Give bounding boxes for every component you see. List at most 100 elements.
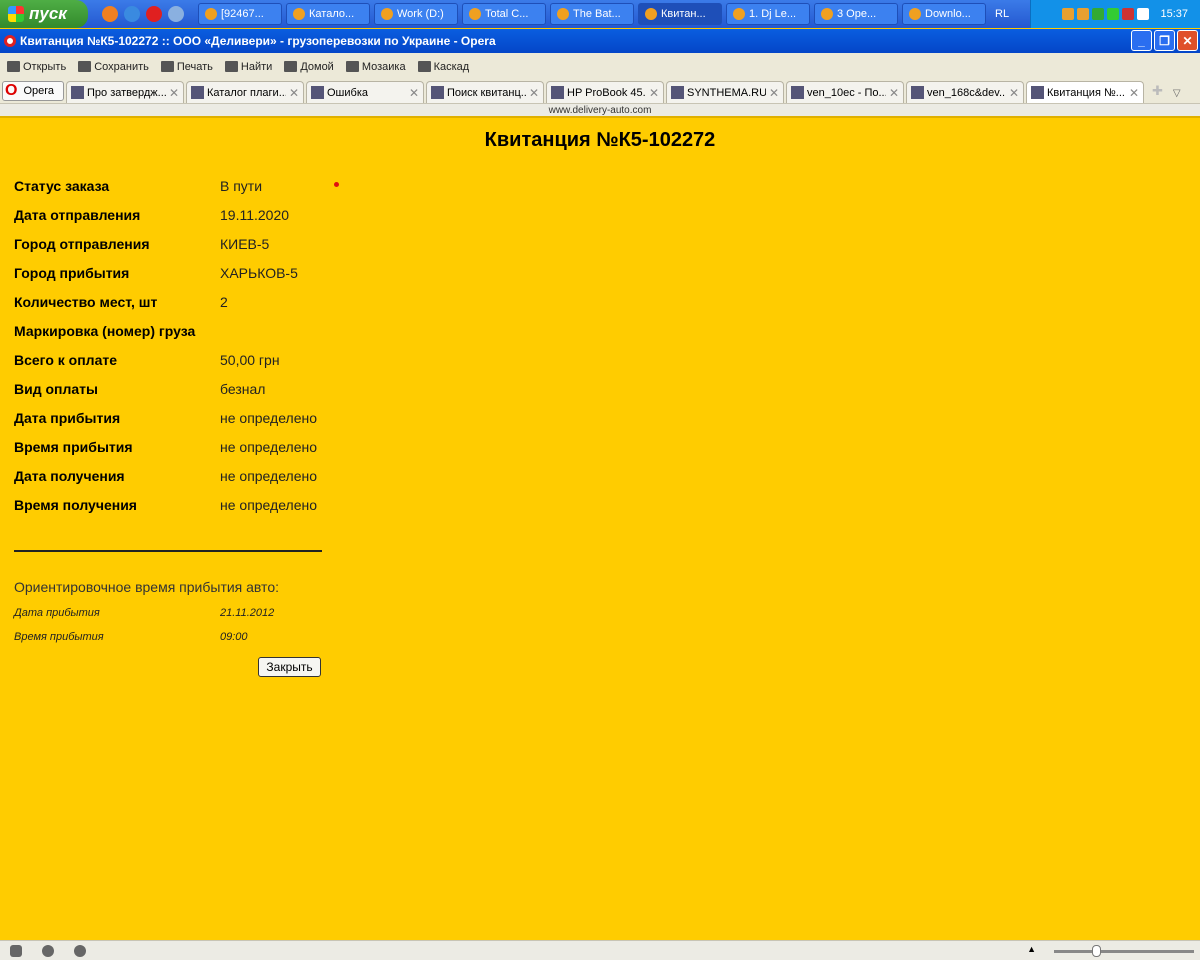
- toolbar-label: Печать: [176, 60, 213, 73]
- taskbar-button[interactable]: [92467...: [198, 3, 282, 25]
- browser-tab[interactable]: Про затвердж... ✕: [66, 81, 184, 103]
- app-icon: [469, 8, 481, 20]
- toolbar-tile-button[interactable]: Мозаика: [345, 60, 406, 73]
- estimate-value: 09:00: [220, 631, 248, 643]
- taskbar-button[interactable]: Total C...: [462, 3, 546, 25]
- system-tray: RL 15:37: [995, 0, 1200, 28]
- close-window-button[interactable]: ✕: [1177, 30, 1198, 51]
- app-icon: [909, 8, 921, 20]
- close-tab-icon[interactable]: ✕: [1129, 86, 1139, 100]
- app-icon[interactable]: [168, 6, 184, 22]
- speed-dial-icon[interactable]: [74, 945, 86, 957]
- field-label: Всего к оплате: [14, 352, 117, 368]
- field-value: не определено: [220, 410, 318, 426]
- favicon-icon: [71, 86, 84, 99]
- favicon-icon: [191, 86, 204, 99]
- tray-icon[interactable]: [1077, 8, 1090, 20]
- opera-menu-button[interactable]: O Opera: [2, 81, 64, 101]
- favicon-icon: [791, 86, 804, 99]
- divider: [14, 550, 322, 552]
- taskbar-button[interactable]: 3 Ope...: [814, 3, 898, 25]
- opera-icon: [4, 35, 16, 47]
- toolbar-open-button[interactable]: Открыть: [7, 61, 66, 73]
- minimize-button[interactable]: _: [1131, 30, 1152, 51]
- close-tab-icon[interactable]: ✕: [169, 86, 179, 100]
- zoom-slider-knob[interactable]: [1092, 945, 1101, 957]
- page-title: Квитанция №К5-102272: [484, 129, 716, 151]
- toolbar-home-button[interactable]: Домой: [284, 61, 334, 73]
- zoom-up-icon[interactable]: ▲: [1027, 944, 1036, 954]
- tab-list-icon[interactable]: ▽: [1173, 88, 1181, 99]
- close-tab-icon[interactable]: ✕: [769, 86, 779, 100]
- taskbar-button[interactable]: Квитан...: [638, 3, 722, 25]
- field-value: В пути: [220, 178, 263, 194]
- taskbar-button-label: 1. Dj Le...: [749, 8, 797, 20]
- new-tab-icon[interactable]: ✚: [1152, 83, 1163, 99]
- taskbar-button[interactable]: Work (D:): [374, 3, 458, 25]
- close-tab-icon[interactable]: ✕: [649, 86, 659, 100]
- tab-title: ven_10ec - По...: [807, 86, 886, 99]
- tray-icon[interactable]: [1062, 8, 1075, 20]
- panel-toggle-icon[interactable]: [10, 945, 22, 957]
- taskbar-button-label: Total C...: [485, 8, 529, 20]
- app-icon: [821, 8, 833, 20]
- close-tab-icon[interactable]: ✕: [889, 86, 899, 100]
- ie-icon[interactable]: [124, 6, 140, 22]
- url-display[interactable]: www.delivery-auto.com: [0, 104, 1200, 118]
- field-label: Город прибытия: [14, 265, 130, 281]
- browser-tab[interactable]: SYNTHEMA.RU ...✕: [666, 81, 784, 103]
- quick-launch: [102, 6, 184, 22]
- zoom-slider[interactable]: [1054, 945, 1194, 957]
- tray-icon[interactable]: [1137, 8, 1150, 20]
- close-tab-icon[interactable]: ✕: [1009, 86, 1019, 100]
- language-indicator[interactable]: RL: [995, 8, 1009, 20]
- browser-tab[interactable]: Квитанция №... ✕: [1026, 81, 1144, 103]
- page-content: Квитанция №К5-102272 Статус заказа В пути…: [0, 118, 1200, 940]
- taskbar-button[interactable]: Downlo...: [902, 3, 986, 25]
- favicon-icon: [551, 86, 564, 99]
- taskbar-button-label: The Bat...: [573, 8, 621, 20]
- field-value: 19.11.2020: [220, 207, 290, 223]
- opera-menu-label: Opera: [23, 85, 55, 97]
- tray-icon[interactable]: [1107, 8, 1120, 20]
- app-icon: [557, 8, 569, 20]
- close-tab-icon[interactable]: ✕: [409, 86, 419, 100]
- app-icon: [645, 8, 657, 20]
- taskbar-button-label: [92467...: [221, 8, 264, 20]
- firefox-icon[interactable]: [102, 6, 118, 22]
- toolbar-find-button[interactable]: Найти: [224, 61, 272, 73]
- taskbar-button[interactable]: The Bat...: [550, 3, 634, 25]
- field-label: Дата получения: [14, 468, 125, 484]
- close-tab-icon[interactable]: ✕: [289, 86, 299, 100]
- close-button[interactable]: Закрыть: [258, 657, 321, 677]
- taskbar-button[interactable]: 1. Dj Le...: [726, 3, 810, 25]
- tab-title: Поиск квитанц...: [447, 86, 526, 99]
- toolbar-save-button[interactable]: Сохранить: [78, 61, 149, 73]
- tray-icon[interactable]: [1122, 8, 1135, 20]
- taskbar-button[interactable]: Катало...: [286, 3, 370, 25]
- tab-title: Про затвердж...: [87, 86, 166, 99]
- start-button[interactable]: пуск: [0, 0, 88, 28]
- close-tab-icon[interactable]: ✕: [529, 86, 539, 100]
- browser-tab[interactable]: Поиск квитанц... ✕: [426, 81, 544, 103]
- field-label: Статус заказа: [14, 178, 110, 194]
- favicon-icon: [311, 86, 324, 99]
- toolbar-print-button[interactable]: Печать: [160, 60, 213, 73]
- cloud-icon[interactable]: [42, 945, 54, 957]
- opera-icon[interactable]: [146, 6, 162, 22]
- clock: 15:37: [1160, 8, 1188, 20]
- app-icon: [733, 8, 745, 20]
- browser-tab[interactable]: Каталог плаги... ✕: [186, 81, 304, 103]
- browser-tab[interactable]: ven_168c&dev... ✕: [906, 81, 1024, 103]
- browser-tab[interactable]: HP ProBook 45... ✕: [546, 81, 664, 103]
- restore-button[interactable]: ❐: [1154, 30, 1175, 51]
- toolbar-label: Мозаика: [361, 60, 406, 73]
- browser-tab[interactable]: Ошибка ✕: [306, 81, 424, 103]
- status-indicator-dot: [334, 182, 339, 187]
- tile-icon: [345, 61, 359, 72]
- tray-icon[interactable]: [1092, 8, 1105, 20]
- browser-tab[interactable]: ven_10ec - По... ✕: [786, 81, 904, 103]
- toolbar-cascade-button[interactable]: Каскад: [417, 61, 469, 73]
- estimate-row: Дата прибытия 21.11.2012: [14, 607, 274, 619]
- open-icon: [7, 61, 20, 72]
